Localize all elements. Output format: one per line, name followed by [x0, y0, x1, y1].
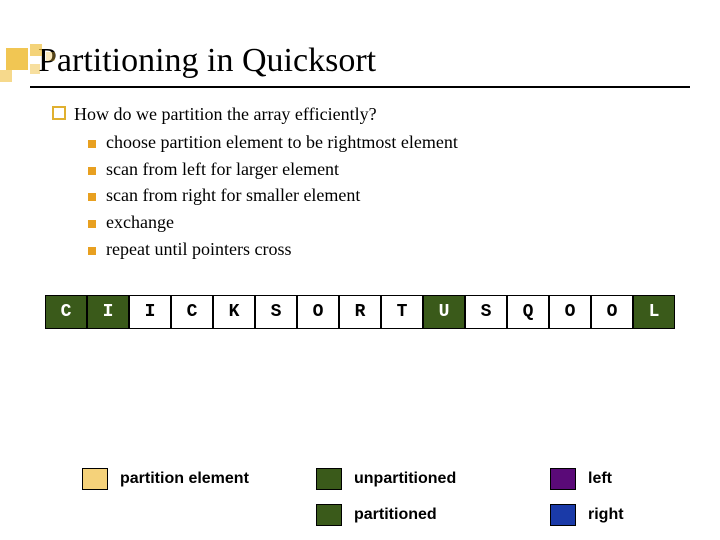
array-cell: O — [549, 295, 591, 329]
list-item: exchange — [88, 209, 720, 236]
body-content: How do we partition the array efficientl… — [52, 102, 720, 263]
deco-square — [30, 44, 42, 56]
legend-row-left: left — [550, 468, 638, 490]
square-bullet-icon — [88, 220, 96, 228]
legend-label: partitioned — [354, 506, 494, 524]
list-item: choose partition element to be rightmost… — [88, 129, 720, 156]
swatch-olive — [316, 504, 342, 526]
list-item: scan from right for smaller element — [88, 182, 720, 209]
array-cell: U — [423, 295, 465, 329]
legend-label: right — [588, 506, 638, 524]
array-cell: K — [213, 295, 255, 329]
legend-column: partition element — [82, 468, 260, 526]
array-cell: L — [633, 295, 675, 329]
square-bullet-icon — [88, 247, 96, 255]
bullet-text: repeat until pointers cross — [106, 237, 291, 262]
array-cell: I — [87, 295, 129, 329]
deco-square — [0, 70, 12, 82]
question-text: How do we partition the array efficientl… — [74, 102, 377, 127]
bullet-text: scan from right for smaller element — [106, 183, 360, 208]
legend: partition element unpartitioned partitio… — [0, 468, 720, 526]
array-cell: R — [339, 295, 381, 329]
slide: Partitioning in Quicksort How do we part… — [0, 42, 720, 540]
question-line: How do we partition the array efficientl… — [52, 102, 720, 127]
square-bullet-icon — [88, 140, 96, 148]
swatch-blue — [550, 504, 576, 526]
swatch-tan — [82, 468, 108, 490]
array-cell: O — [297, 295, 339, 329]
array-cell: S — [465, 295, 507, 329]
swatch-purple — [550, 468, 576, 490]
legend-label: unpartitioned — [354, 470, 494, 488]
array-cell: C — [45, 295, 87, 329]
bullet-text: choose partition element to be rightmost… — [106, 130, 458, 155]
array-cell: Q — [507, 295, 549, 329]
array-diagram: C I I C K S O R T U S Q O O L — [0, 295, 720, 329]
legend-label: partition element — [120, 470, 260, 488]
array-cell: S — [255, 295, 297, 329]
array-cell: I — [129, 295, 171, 329]
title-rule — [30, 86, 690, 88]
legend-row-right: right — [550, 504, 638, 526]
legend-column: unpartitioned partitioned — [316, 468, 494, 526]
array-cell: C — [171, 295, 213, 329]
hollow-square-bullet-icon — [52, 106, 66, 120]
list-item: scan from left for larger element — [88, 156, 720, 183]
corner-decoration — [0, 42, 70, 92]
swatch-olive — [316, 468, 342, 490]
array-cell: O — [591, 295, 633, 329]
sub-bullet-list: choose partition element to be rightmost… — [88, 129, 720, 263]
legend-row-partition: partition element — [82, 468, 260, 490]
deco-square — [46, 52, 55, 61]
square-bullet-icon — [88, 167, 96, 175]
legend-row-partitioned: partitioned — [316, 504, 494, 526]
array-cell: T — [381, 295, 423, 329]
legend-label: left — [588, 470, 638, 488]
legend-column: left right — [550, 468, 638, 526]
square-bullet-icon — [88, 193, 96, 201]
bullet-text: scan from left for larger element — [106, 157, 339, 182]
legend-row-unpartitioned: unpartitioned — [316, 468, 494, 490]
deco-square — [30, 64, 40, 74]
page-title: Partitioning in Quicksort — [38, 42, 720, 80]
list-item: repeat until pointers cross — [88, 236, 720, 263]
deco-square — [6, 48, 28, 70]
bullet-text: exchange — [106, 210, 174, 235]
